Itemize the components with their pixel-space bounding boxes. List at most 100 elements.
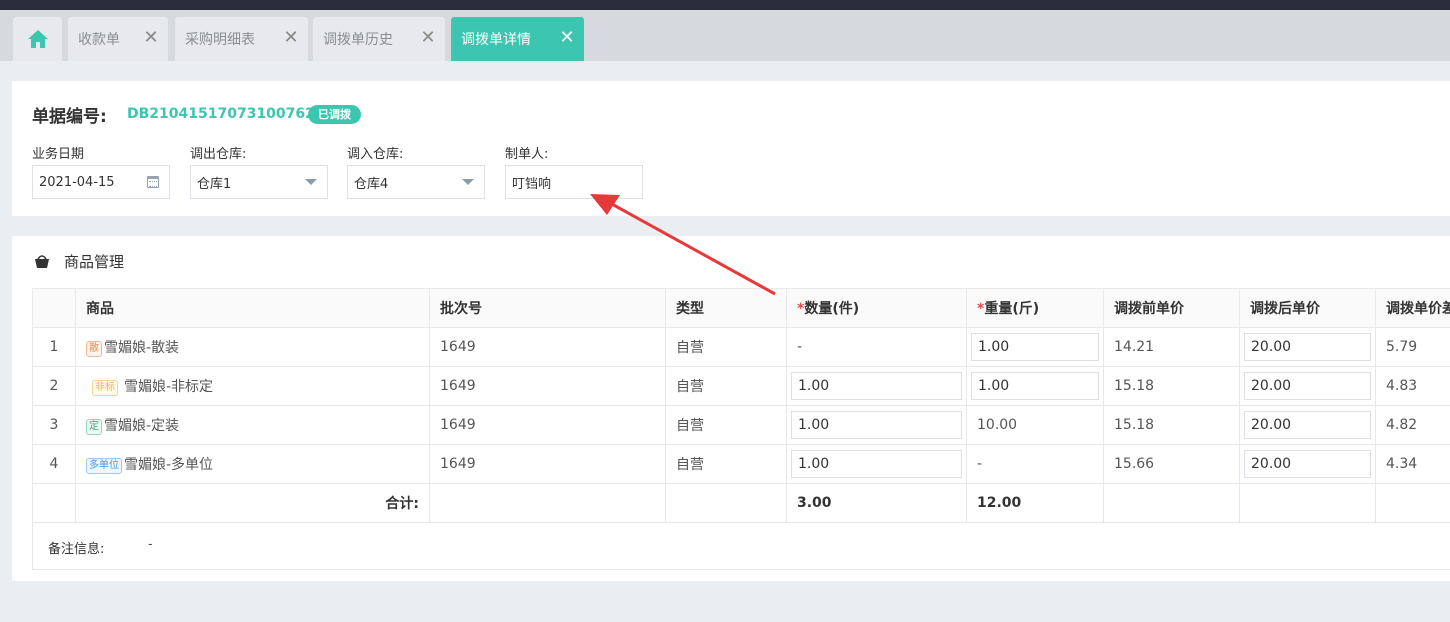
- qty-input[interactable]: 1.00: [791, 450, 962, 478]
- product-cell: 散雪媚娘-散装: [75, 327, 430, 367]
- qty-input[interactable]: 1.00: [791, 411, 962, 439]
- weight-cell: 1.00: [966, 366, 1104, 406]
- product-cell: 定雪媚娘-定装: [75, 405, 430, 445]
- weight-input[interactable]: 1.00: [971, 372, 1099, 400]
- close-icon[interactable]: ✕: [419, 29, 437, 47]
- tab-transfer-detail[interactable]: 调拨单详情 ✕: [451, 17, 584, 61]
- price-after-input[interactable]: 20.00: [1244, 450, 1371, 478]
- price-after-input[interactable]: 20.00: [1244, 333, 1371, 361]
- doc-number-label: 单据编号:: [32, 107, 107, 127]
- batch-cell: 1649: [429, 327, 666, 367]
- product-name: 雪媚娘-非标定: [124, 379, 214, 395]
- type-cell: 自营: [665, 405, 787, 445]
- date-value: 2021-04-15: [39, 174, 115, 190]
- weight-cell: 1.00: [966, 327, 1104, 367]
- out-warehouse-label: 调出仓库:: [190, 147, 247, 162]
- total-type-cell: [665, 483, 787, 523]
- product-tag: 多单位: [86, 458, 122, 474]
- maker-field[interactable]: 叮铛响: [505, 165, 643, 199]
- close-icon[interactable]: ✕: [282, 29, 300, 47]
- close-icon[interactable]: ✕: [142, 29, 160, 47]
- product-management-card: 商品管理 商品 批次号 类型 *数量(件) *重量(斤) 调拨前单价 调拨后单价…: [12, 236, 1450, 581]
- weight-cell: -: [966, 444, 1104, 484]
- col-weight: *重量(斤): [966, 288, 1104, 328]
- total-weight: 12.00: [966, 483, 1104, 523]
- qty-cell: 1.00: [786, 366, 967, 406]
- total-index-cell: [32, 483, 76, 523]
- product-cell: 多单位 雪媚娘-多单位: [75, 444, 430, 484]
- tab-label: 调拨单历史: [323, 32, 393, 48]
- row-index: 3: [32, 405, 76, 445]
- tab-label: 调拨单详情: [461, 32, 531, 48]
- out-warehouse-select[interactable]: 仓库1: [190, 165, 328, 199]
- col-index: [32, 288, 76, 328]
- total-price-before-cell: [1103, 483, 1240, 523]
- chevron-down-icon: [462, 179, 474, 185]
- price-diff-cell: 4.82: [1375, 405, 1450, 445]
- calendar-icon[interactable]: [147, 176, 159, 188]
- table-row: 3 定雪媚娘-定装 1649 自营 1.00 10.00 15.18 20.00…: [32, 405, 1450, 445]
- qty-cell: -: [786, 327, 967, 367]
- remark-row: 备注信息: -: [32, 522, 1450, 570]
- in-warehouse-label: 调入仓库:: [347, 147, 404, 162]
- row-index: 1: [32, 327, 76, 367]
- date-field[interactable]: 2021-04-15: [32, 165, 170, 199]
- price-before-cell: 15.18: [1103, 366, 1240, 406]
- price-after-cell: 20.00: [1239, 444, 1376, 484]
- table-row: 4 多单位 雪媚娘-多单位 1649 自营 1.00 - 15.66 20.00 …: [32, 444, 1450, 484]
- product-name: 雪媚娘-定装: [104, 418, 180, 434]
- table-row: 1 散雪媚娘-散装 1649 自营 - 1.00 14.21 20.00 5.7…: [32, 327, 1450, 367]
- total-price-diff-cell: [1375, 483, 1450, 523]
- table-header-row: 商品 批次号 类型 *数量(件) *重量(斤) 调拨前单价 调拨后单价 调拨单价…: [32, 288, 1450, 328]
- price-after-input[interactable]: 20.00: [1244, 372, 1371, 400]
- col-price-before: 调拨前单价: [1103, 288, 1240, 328]
- col-price-diff: 调拨单价差: [1375, 288, 1450, 328]
- tab-home[interactable]: [13, 17, 62, 61]
- weight-cell: 10.00: [966, 405, 1104, 445]
- product-name: 雪媚娘-多单位: [124, 457, 214, 473]
- date-label: 业务日期: [32, 147, 85, 162]
- in-warehouse-value: 仓库4: [354, 176, 389, 192]
- chevron-down-icon: [305, 179, 317, 185]
- type-cell: 自营: [665, 366, 787, 406]
- col-price-after: 调拨后单价: [1239, 288, 1376, 328]
- total-label: 合计:: [75, 483, 430, 523]
- section-title: 商品管理: [64, 253, 125, 271]
- total-row: 合计: 3.00 12.00: [32, 483, 1450, 523]
- col-batch: 批次号: [429, 288, 666, 328]
- row-index: 2: [32, 366, 76, 406]
- batch-cell: 1649: [429, 444, 666, 484]
- tab-bar: 收款单 ✕ 采购明细表 ✕ 调拨单历史 ✕ 调拨单详情 ✕: [0, 10, 1450, 61]
- total-batch-cell: [429, 483, 666, 523]
- document-header-card: 单据编号: DB210415170731007626 已调拨 业务日期 2021…: [12, 81, 1450, 216]
- price-after-input[interactable]: 20.00: [1244, 411, 1371, 439]
- price-after-cell: 20.00: [1239, 366, 1376, 406]
- price-diff-cell: 4.83: [1375, 366, 1450, 406]
- price-diff-cell: 5.79: [1375, 327, 1450, 367]
- tab-transfer-history[interactable]: 调拨单历史 ✕: [313, 17, 445, 61]
- col-qty: *数量(件): [786, 288, 967, 328]
- batch-cell: 1649: [429, 405, 666, 445]
- remark-value: -: [148, 537, 153, 552]
- basket-icon: [35, 255, 49, 268]
- product-name: 雪媚娘-散装: [104, 340, 180, 356]
- home-icon: [27, 30, 48, 48]
- status-badge: 已调拨: [308, 105, 361, 124]
- doc-number: DB210415170731007626: [127, 106, 325, 122]
- qty-cell: 1.00: [786, 444, 967, 484]
- in-warehouse-select[interactable]: 仓库4: [347, 165, 485, 199]
- tab-label: 收款单: [78, 32, 120, 48]
- col-type: 类型: [665, 288, 787, 328]
- tab-purchase-detail[interactable]: 采购明细表 ✕: [175, 17, 308, 61]
- weight-input[interactable]: 1.00: [971, 333, 1099, 361]
- maker-value: 叮铛响: [512, 176, 552, 192]
- col-product: 商品: [75, 288, 430, 328]
- tab-receipt[interactable]: 收款单 ✕: [68, 17, 168, 61]
- price-before-cell: 15.18: [1103, 405, 1240, 445]
- product-tag: 定: [86, 419, 102, 435]
- close-icon[interactable]: ✕: [558, 29, 576, 47]
- type-cell: 自营: [665, 327, 787, 367]
- qty-input[interactable]: 1.00: [791, 372, 962, 400]
- price-diff-cell: 4.34: [1375, 444, 1450, 484]
- type-cell: 自营: [665, 444, 787, 484]
